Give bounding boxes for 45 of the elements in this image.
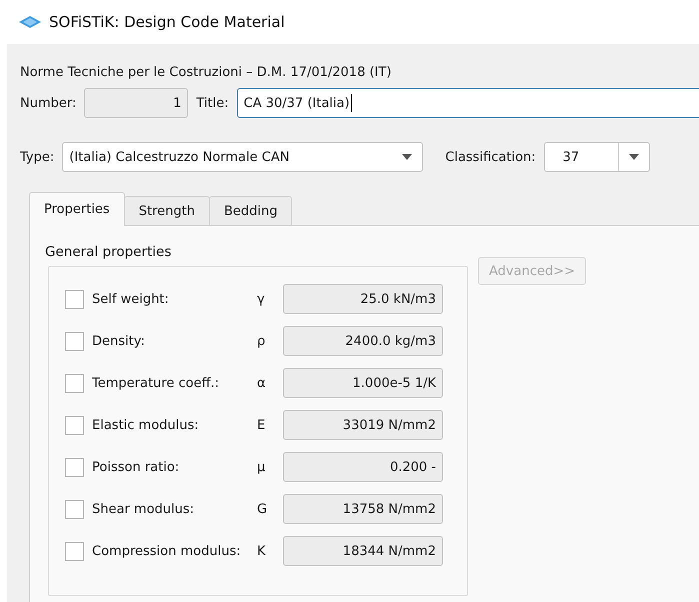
symbol-label: K bbox=[257, 544, 267, 558]
value-field[interactable]: 13758 N/mm2 bbox=[283, 494, 443, 524]
classification-label: Classification: bbox=[445, 150, 536, 164]
symbol-label: μ bbox=[257, 460, 266, 474]
design-code-label: Norme Tecniche per le Costruzioni – D.M. 17/01/2018 (IT) bbox=[20, 65, 392, 80]
type-dropdown[interactable]: (Italia) Calcestruzzo Normale CAN bbox=[62, 142, 424, 172]
group-title: General properties bbox=[45, 244, 172, 260]
property-label: Compression modulus: bbox=[92, 544, 242, 558]
checkbox[interactable] bbox=[65, 290, 84, 308]
tab[interactable]: Properties bbox=[29, 192, 125, 226]
app-logo-icon bbox=[19, 16, 41, 28]
title-label: Title: bbox=[196, 96, 229, 110]
window-title: SOFiSTiK: Design Code Material bbox=[49, 13, 285, 31]
property-label: Self weight: bbox=[92, 292, 170, 306]
checkbox[interactable] bbox=[65, 374, 84, 392]
number-field[interactable]: 1 bbox=[84, 88, 188, 118]
tab[interactable]: Bedding bbox=[208, 196, 292, 226]
checkbox[interactable] bbox=[65, 416, 84, 434]
property-label: Elastic modulus: bbox=[92, 418, 200, 432]
checkbox[interactable] bbox=[65, 542, 84, 560]
number-label: Number: bbox=[20, 96, 76, 110]
symbol-label: E bbox=[257, 418, 266, 432]
caret-icon bbox=[628, 154, 639, 160]
caret-icon bbox=[402, 154, 412, 160]
value-field[interactable]: 25.0 kN/m3 bbox=[283, 284, 443, 314]
title-field[interactable]: CA 30/37 (Italia) bbox=[236, 88, 699, 118]
property-label: Shear modulus: bbox=[92, 502, 196, 516]
value-field[interactable]: 18344 N/mm2 bbox=[283, 536, 443, 566]
property-label: Poisson ratio: bbox=[92, 460, 180, 474]
symbol-label: γ bbox=[257, 292, 266, 306]
value-field[interactable]: 1.000e-5 1/K bbox=[283, 368, 443, 398]
property-label: Density: bbox=[92, 334, 146, 348]
symbol-label: ρ bbox=[257, 334, 266, 348]
value-field[interactable]: 33019 N/mm2 bbox=[283, 410, 443, 440]
value-field[interactable]: 0.200 - bbox=[283, 452, 443, 482]
value-field[interactable]: 2400.0 kg/m3 bbox=[283, 326, 443, 356]
type-label: Type: bbox=[20, 150, 54, 164]
checkbox[interactable] bbox=[65, 332, 84, 350]
property-label: Temperature coeff.: bbox=[92, 376, 220, 390]
classification-dropdown[interactable]: 37 bbox=[544, 142, 650, 172]
tab[interactable]: Strength bbox=[124, 196, 210, 226]
checkbox[interactable] bbox=[65, 500, 84, 518]
symbol-label: α bbox=[257, 376, 267, 390]
checkbox[interactable] bbox=[65, 458, 84, 476]
symbol-label: G bbox=[257, 502, 268, 516]
